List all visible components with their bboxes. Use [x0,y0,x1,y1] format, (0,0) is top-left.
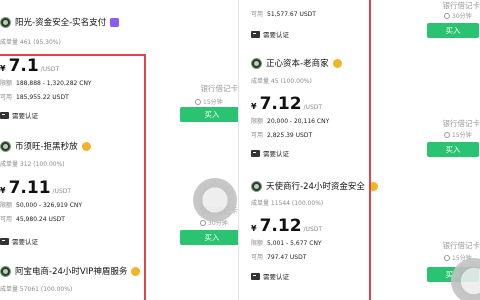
payment-time: 15分钟 [195,97,223,106]
merchant-name: 阳光-资金安全-实名支付 [15,18,107,28]
clock-icon [444,131,450,138]
payment-time: 15分钟 [444,130,472,139]
time-text: 30分钟 [452,13,472,20]
payment-method: 银行借记卡 [442,1,480,10]
floating-assistive-button[interactable] [193,178,237,222]
merchant-avatar [0,16,11,28]
merchant-stats: 成单量 461 (95.30%) [0,39,61,46]
payment-method: 银行借记卡 [442,119,480,128]
highlight-box [0,54,146,300]
payment-method: 银行借记卡 [442,241,480,250]
highlight-box [251,0,371,300]
left-offer-list: 阳光-资金安全-实名支付 成单量 461 (95.30%) ¥ 7.1 /USD… [0,0,238,300]
time-text: 15分钟 [452,132,472,139]
payment-method: 银行借记卡 [200,84,239,93]
column-divider [238,0,239,300]
diamond-badge-icon [110,17,120,27]
clock-icon [200,219,206,226]
payment-time: 30分钟 [444,11,472,20]
clock-icon [444,254,450,261]
merchant-row[interactable]: 阳光-资金安全-实名支付 [0,16,120,28]
buy-button[interactable]: 买入 [427,142,479,157]
time-text: 15分钟 [203,99,223,106]
buy-button[interactable]: 买入 [180,230,238,245]
floating-assistive-button[interactable] [451,258,480,300]
clock-icon [195,98,201,105]
clock-icon [444,12,450,19]
buy-button[interactable]: 买入 [427,23,479,38]
buy-button[interactable]: 买入 [180,107,238,122]
right-offer-list: 可用 51,577.67 USDT 需要认证 银行借记卡 30分钟 买入 正心资本… [251,0,480,300]
